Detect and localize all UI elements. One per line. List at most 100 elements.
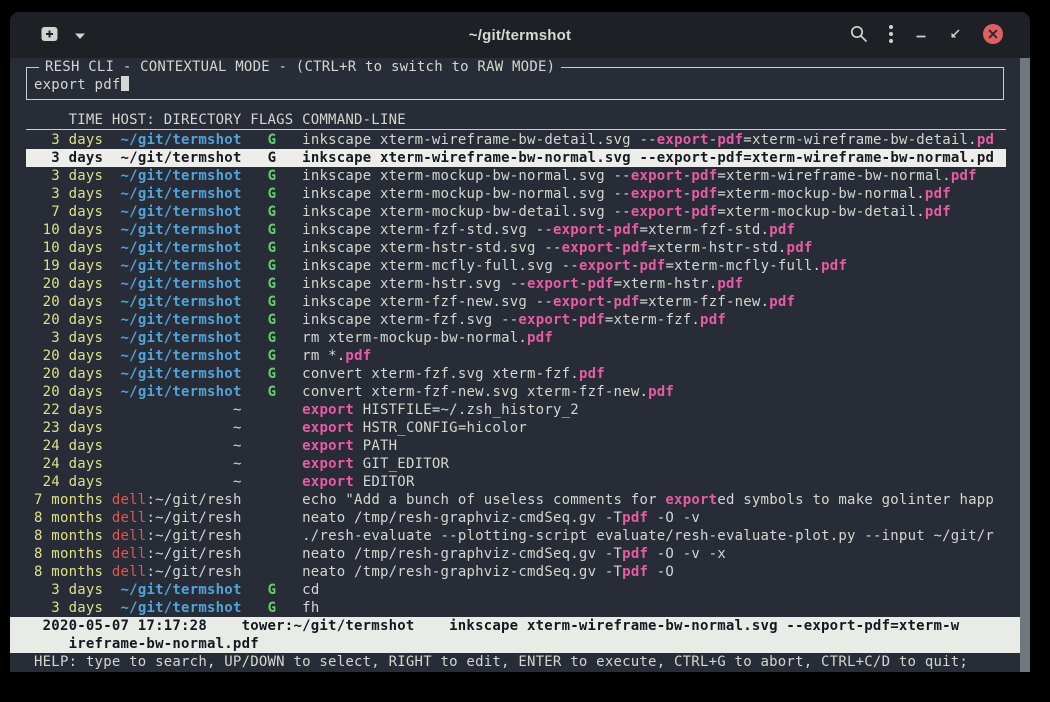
titlebar: ~/git/termshot — [10, 12, 1030, 58]
row-text-segment: pdf — [579, 366, 605, 382]
row-text-segment: ~/git/termshot — [121, 312, 242, 328]
row-text-segment: G — [268, 312, 277, 328]
history-row[interactable]: 3 days ~/git/termshot G inkscape xterm-w… — [26, 149, 1006, 167]
row-text-segment — [276, 258, 302, 274]
row-text-segment — [103, 438, 233, 454]
detail-line-2: ireframe-bw-normal.pdf — [34, 635, 1020, 653]
row-text-segment: ~/git/termshot — [121, 204, 242, 220]
row-text-segment: export — [657, 132, 709, 148]
row-text-segment — [242, 402, 303, 418]
row-text-segment — [242, 222, 268, 238]
row-text-segment — [103, 222, 120, 238]
row-text-segment: =xterm-fzf. — [605, 312, 700, 328]
history-row[interactable]: 8 months dell:~/git/resh neato /tmp/resh… — [26, 509, 1006, 527]
history-row[interactable]: 8 months dell:~/git/resh neato /tmp/resh… — [26, 563, 1006, 581]
row-text-segment — [103, 294, 120, 310]
tab-dropdown-button[interactable] — [74, 28, 86, 43]
row-text-segment: pdf — [717, 132, 743, 148]
search-box-title: RESH CLI - CONTEXTUAL MODE - (CTRL+R to … — [39, 59, 561, 76]
close-button[interactable] — [982, 23, 1004, 48]
history-row[interactable]: 20 days ~/git/termshot G convert xterm-f… — [26, 365, 1006, 383]
row-text-segment: PATH — [354, 438, 397, 454]
row-text-segment — [103, 492, 112, 508]
row-text-segment — [242, 420, 303, 436]
history-row[interactable]: 20 days ~/git/termshot G rm *.pdf — [26, 347, 1006, 365]
history-row[interactable]: 3 days ~/git/termshot G cd — [26, 581, 1006, 599]
row-text-segment: 20 days — [34, 276, 103, 292]
row-text-segment: =xterm-hstr. — [614, 276, 718, 292]
restore-button[interactable] — [948, 27, 962, 44]
row-text-segment: 8 months — [34, 528, 103, 544]
history-row[interactable]: 24 days ~ export EDITOR — [26, 473, 1006, 491]
minimize-button[interactable] — [914, 27, 928, 44]
chevron-down-icon — [74, 28, 86, 43]
history-row[interactable]: 7 days ~/git/termshot G inkscape xterm-m… — [26, 203, 1006, 221]
row-text-segment: ~/git/termshot — [121, 366, 242, 382]
history-row[interactable]: 24 days ~ export PATH — [26, 437, 1006, 455]
row-text-segment: pdf — [579, 312, 605, 328]
row-text-segment: ~/git/termshot — [121, 600, 242, 616]
history-row[interactable]: 20 days ~/git/termshot G inkscape xterm-… — [26, 275, 1006, 293]
row-text-segment — [242, 204, 268, 220]
row-text-segment: convert xterm-fzf.svg xterm-fzf. — [302, 366, 579, 382]
row-text-segment: pdf — [527, 330, 553, 346]
history-row[interactable]: 20 days ~/git/termshot G inkscape xterm-… — [26, 311, 1006, 329]
search-button[interactable] — [849, 24, 868, 46]
menu-button[interactable] — [888, 24, 894, 47]
history-row[interactable]: 20 days ~/git/termshot G inkscape xterm-… — [26, 293, 1006, 311]
row-text-segment: 8 months — [34, 564, 103, 580]
row-text-segment: 3 days — [34, 330, 103, 346]
history-row[interactable]: 24 days ~ export GIT_EDITOR — [26, 455, 1006, 473]
new-tab-button[interactable] — [40, 26, 60, 45]
row-text-segment: inkscape xterm-fzf-new.svg -- — [302, 294, 553, 310]
row-text-segment — [242, 294, 268, 310]
selected-entry-detail: 2020-05-07 17:17:28 tower:~/git/termshot… — [10, 617, 1020, 653]
scrollbar[interactable] — [1020, 58, 1030, 672]
row-text-segment — [103, 564, 112, 580]
row-text-segment: export — [302, 438, 354, 454]
history-row[interactable]: 3 days ~/git/termshot G inkscape xterm-m… — [26, 167, 1006, 185]
history-row[interactable]: 20 days ~/git/termshot G convert xterm-f… — [26, 383, 1006, 401]
row-text-segment: export — [302, 402, 354, 418]
row-text-segment: pd — [977, 150, 994, 166]
row-text-segment: 3 days — [34, 582, 103, 598]
history-row[interactable]: 7 months dell:~/git/resh echo "Add a bun… — [26, 491, 1006, 509]
row-text-segment: pdf — [588, 276, 614, 292]
row-text-segment: G — [268, 150, 277, 166]
row-text-segment: 20 days — [34, 366, 103, 382]
row-text-segment: =xterm-hstr-std. — [648, 240, 786, 256]
history-row[interactable]: 3 days ~/git/termshot G inkscape xterm-w… — [26, 131, 1006, 149]
row-text-segment: dell — [112, 546, 147, 562]
row-text-segment: pd — [977, 132, 994, 148]
history-row[interactable]: 3 days ~/git/termshot G inkscape xterm-m… — [26, 185, 1006, 203]
row-text-segment: pdf — [717, 276, 743, 292]
row-text-segment: =xterm-mockup-bw-normal. — [717, 186, 925, 202]
history-row[interactable]: 22 days ~ export HISTFILE=~/.zsh_history… — [26, 401, 1006, 419]
row-text-segment: 23 days — [34, 420, 103, 436]
history-row[interactable]: 10 days ~/git/termshot G inkscape xterm-… — [26, 239, 1006, 257]
row-text-segment: G — [268, 258, 277, 274]
row-text-segment: pdf — [622, 240, 648, 256]
history-row[interactable]: 3 days ~/git/termshot G fh — [26, 599, 1006, 617]
row-text-segment: =xterm-wireframe-bw-detail. — [743, 132, 977, 148]
row-text-segment — [103, 366, 120, 382]
row-text-segment: ~ — [233, 474, 242, 490]
row-text-segment: ~/git/termshot — [121, 186, 242, 202]
row-text-segment: 8 months — [34, 510, 103, 526]
history-row[interactable]: 19 days ~/git/termshot G inkscape xterm-… — [26, 257, 1006, 275]
row-text-segment: -O — [648, 564, 674, 580]
history-row[interactable]: 23 days ~ export HSTR_CONFIG=hicolor — [26, 419, 1006, 437]
row-text-segment: ~/git/termshot — [121, 150, 242, 166]
row-text-segment — [103, 258, 120, 274]
row-text-segment — [276, 240, 302, 256]
row-text-segment — [242, 456, 303, 472]
row-text-segment — [242, 150, 268, 166]
history-row[interactable]: 3 days ~/git/termshot G rm xterm-mockup-… — [26, 329, 1006, 347]
row-text-segment: :~/git/resh — [146, 492, 241, 508]
history-row[interactable]: 8 months dell:~/git/resh ./resh-evaluate… — [26, 527, 1006, 545]
row-text-segment — [276, 276, 302, 292]
history-row[interactable]: 10 days ~/git/termshot G inkscape xterm-… — [26, 221, 1006, 239]
history-row[interactable]: 8 months dell:~/git/resh neato /tmp/resh… — [26, 545, 1006, 563]
row-text-segment: rm *. — [302, 348, 345, 364]
row-text-segment — [276, 222, 302, 238]
